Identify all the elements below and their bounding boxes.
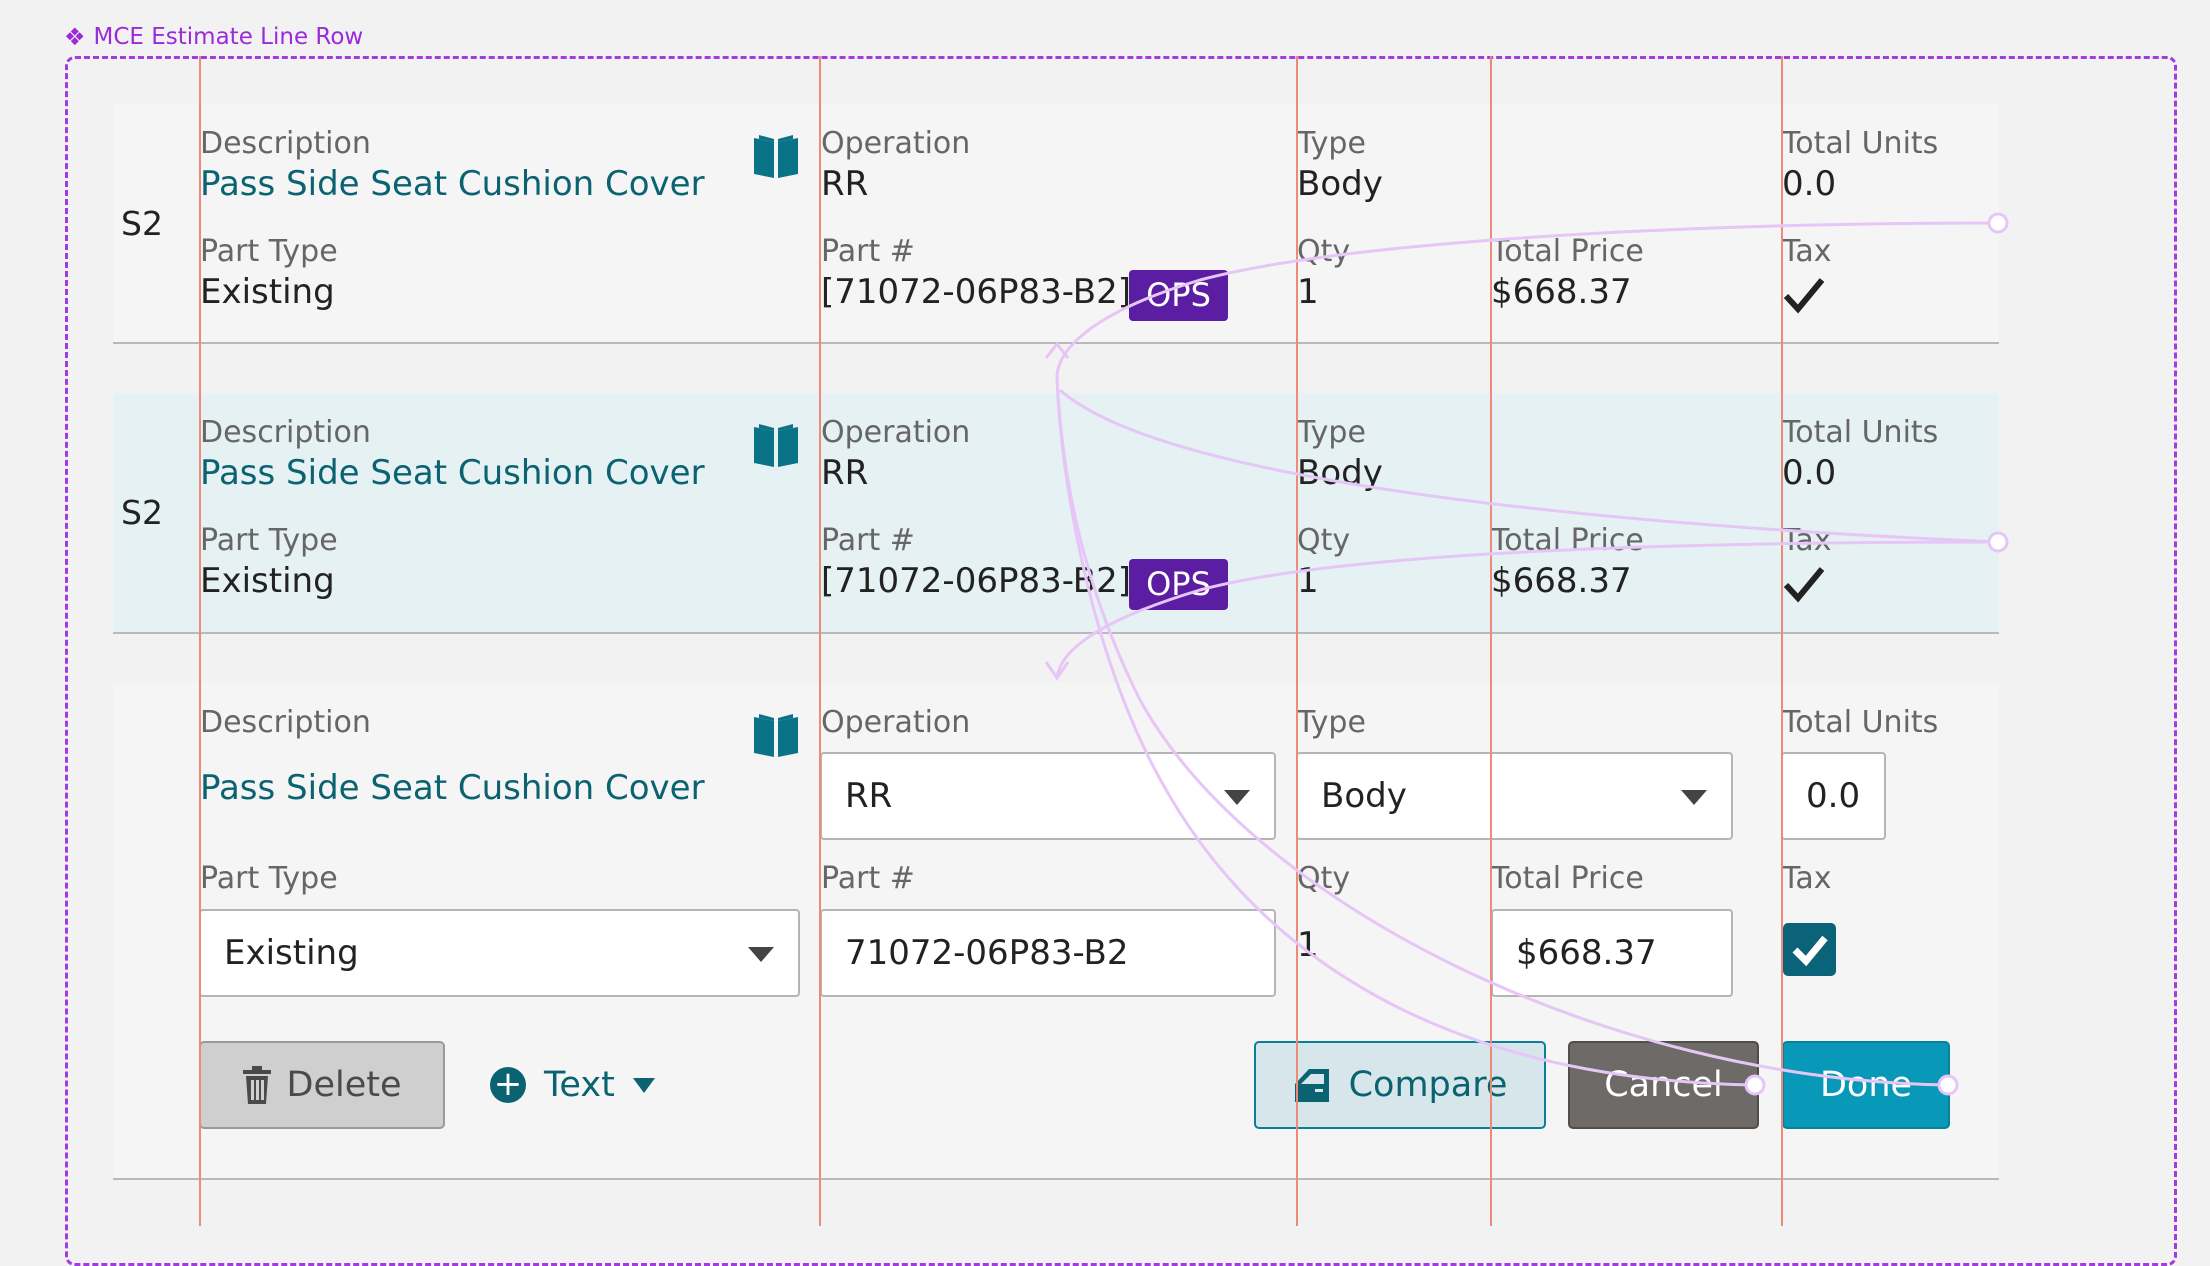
layout-guide (1490, 56, 1492, 1226)
part-number-value: [71072-06P83-B2] (821, 561, 1132, 601)
line-sequence: S2 (121, 204, 163, 243)
total-units-label: Total Units (1782, 126, 1939, 161)
tax-checkbox[interactable] (1783, 923, 1836, 976)
book-icon[interactable] (751, 711, 801, 759)
line-sequence: S2 (121, 493, 163, 532)
type-select-value: Body (1321, 776, 1407, 816)
operation-value: RR (821, 164, 869, 204)
compare-button-label: Compare (1348, 1065, 1508, 1105)
operation-label: Operation (821, 705, 971, 740)
add-text-label: Text (544, 1065, 615, 1105)
total-units-value: 0.0 (1782, 164, 1837, 204)
done-button-label: Done (1819, 1065, 1913, 1105)
total-price-label: Total Price (1491, 234, 1644, 269)
total-units-label: Total Units (1782, 705, 1939, 740)
part-type-select-value: Existing (224, 933, 359, 973)
book-icon[interactable] (751, 132, 801, 180)
description-label: Description (200, 415, 371, 450)
part-type-value: Existing (200, 272, 335, 312)
ops-badge: OPS (1129, 270, 1228, 321)
qty-value: 1 (1297, 561, 1319, 601)
chevron-down-icon (1224, 790, 1250, 805)
ops-badge: OPS (1129, 559, 1228, 610)
part-type-label: Part Type (200, 234, 338, 269)
component-icon: ❖ (64, 23, 86, 51)
total-price-input[interactable]: $668.37 (1491, 909, 1733, 997)
part-type-value: Existing (200, 561, 335, 601)
estimate-line-edit-row: Description Pass Side Seat Cushion Cover… (113, 683, 1999, 1180)
tax-check-icon (1783, 278, 1825, 314)
book-icon[interactable] (751, 421, 801, 469)
description-link[interactable]: Pass Side Seat Cushion Cover (200, 453, 705, 493)
type-label: Type (1297, 705, 1366, 740)
qty-label: Qty (1297, 523, 1351, 558)
check-icon (1792, 935, 1828, 967)
total-price-label: Total Price (1491, 861, 1644, 896)
delete-button[interactable]: Delete (199, 1041, 445, 1129)
type-label: Type (1297, 415, 1366, 450)
total-price-value: $668.37 (1491, 561, 1632, 601)
part-type-label: Part Type (200, 861, 338, 896)
tax-check-icon (1783, 567, 1825, 603)
qty-label: Qty (1297, 234, 1351, 269)
chevron-down-icon (1681, 790, 1707, 805)
caret-down-icon (632, 1077, 655, 1093)
cancel-button[interactable]: Cancel (1568, 1041, 1759, 1129)
layout-guide (819, 56, 821, 1226)
part-type-label: Part Type (200, 523, 338, 558)
delete-button-label: Delete (286, 1065, 402, 1105)
total-units-label: Total Units (1782, 415, 1939, 450)
part-number-label: Part # (821, 523, 915, 558)
chevron-down-icon (748, 947, 774, 962)
tax-label: Tax (1782, 234, 1832, 269)
part-number-label: Part # (821, 234, 915, 269)
tax-label: Tax (1782, 861, 1832, 896)
add-text-button[interactable]: + Text (490, 1065, 655, 1105)
type-value: Body (1297, 164, 1383, 204)
operation-select[interactable]: RR (820, 752, 1276, 840)
car-door-icon (1294, 1069, 1329, 1102)
operation-value: RR (821, 453, 869, 493)
part-number-label: Part # (821, 861, 915, 896)
qty-value: 1 (1297, 925, 1319, 965)
qty-label: Qty (1297, 861, 1351, 896)
layout-guide (1296, 56, 1298, 1226)
operation-label: Operation (821, 415, 971, 450)
operation-select-value: RR (845, 776, 893, 816)
total-price-value: $668.37 (1491, 272, 1632, 312)
total-units-input[interactable]: 0.0 (1781, 752, 1886, 840)
part-number-input[interactable]: 71072-06P83-B2 (820, 909, 1276, 997)
part-type-select[interactable]: Existing (199, 909, 800, 997)
estimate-line-row[interactable]: S2 Description Pass Side Seat Cushion Co… (113, 104, 1999, 344)
description-label: Description (200, 705, 371, 740)
component-name: MCE Estimate Line Row (93, 24, 364, 50)
estimate-line-row-selected[interactable]: S2 Description Pass Side Seat Cushion Co… (113, 393, 1999, 634)
description-label: Description (200, 126, 371, 161)
qty-value: 1 (1297, 272, 1319, 312)
operation-label: Operation (821, 126, 971, 161)
done-button[interactable]: Done (1782, 1041, 1950, 1129)
part-number-value: [71072-06P83-B2] (821, 272, 1132, 312)
description-link[interactable]: Pass Side Seat Cushion Cover (200, 768, 705, 808)
type-select[interactable]: Body (1296, 752, 1733, 840)
trash-icon (242, 1066, 271, 1104)
layout-guide (199, 56, 201, 1226)
description-link[interactable]: Pass Side Seat Cushion Cover (200, 164, 705, 204)
total-units-value: 0.0 (1782, 453, 1837, 493)
component-label: ❖ MCE Estimate Line Row (64, 24, 363, 50)
total-price-label: Total Price (1491, 523, 1644, 558)
tax-label: Tax (1782, 523, 1832, 558)
type-label: Type (1297, 126, 1366, 161)
type-value: Body (1297, 453, 1383, 493)
cancel-button-label: Cancel (1604, 1065, 1723, 1105)
layout-guide (1781, 56, 1783, 1226)
plus-circle-icon: + (490, 1067, 526, 1103)
